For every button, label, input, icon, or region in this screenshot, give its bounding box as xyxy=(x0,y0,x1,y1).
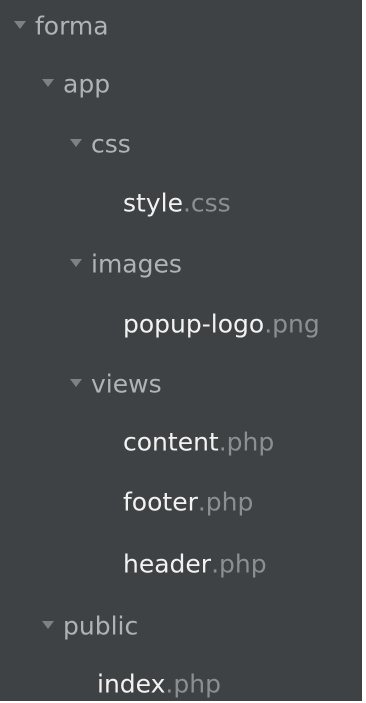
file-extension: .php xyxy=(197,487,254,517)
file-name: content xyxy=(123,427,219,457)
tree-folder-images[interactable]: images xyxy=(70,240,182,288)
tree-file-header-php[interactable]: header.php xyxy=(123,540,267,588)
disclosure-triangle-down-icon[interactable] xyxy=(70,138,82,147)
file-name: index xyxy=(97,669,166,699)
file-extension: .php xyxy=(165,669,221,699)
file-name: footer xyxy=(123,487,198,517)
file-extension: .php xyxy=(218,427,275,457)
file-name: header xyxy=(123,549,212,579)
panel-edge xyxy=(362,0,366,703)
folder-label: views xyxy=(91,369,162,399)
disclosure-triangle-down-icon[interactable] xyxy=(14,20,26,29)
file-extension: .php xyxy=(211,549,267,579)
file-name: popup-logo xyxy=(123,309,265,339)
folder-label: app xyxy=(63,69,111,99)
disclosure-triangle-down-icon[interactable] xyxy=(42,78,54,87)
file-extension: .css xyxy=(182,188,231,218)
tree-folder-app[interactable]: app xyxy=(42,60,110,108)
tree-file-content-php[interactable]: content.php xyxy=(123,418,274,466)
file-name: style xyxy=(123,188,183,218)
folder-label: css xyxy=(91,129,131,159)
folder-label: images xyxy=(91,249,182,279)
disclosure-triangle-down-icon[interactable] xyxy=(70,378,82,387)
file-extension: .png xyxy=(264,309,320,339)
tree-folder-views[interactable]: views xyxy=(70,360,162,408)
folder-label: public xyxy=(63,611,139,641)
tree-file-footer-php[interactable]: footer.php xyxy=(123,478,253,526)
disclosure-triangle-down-icon[interactable] xyxy=(42,620,54,629)
tree-file-popup-logo-png[interactable]: popup-logo.png xyxy=(123,300,320,348)
tree-folder-public[interactable]: public xyxy=(42,602,138,650)
tree-file-style-css[interactable]: style.css xyxy=(123,179,231,227)
tree-file-index-php[interactable]: index.php xyxy=(97,660,221,703)
disclosure-triangle-down-icon[interactable] xyxy=(70,258,82,267)
folder-label: forma xyxy=(35,11,109,41)
file-tree: forma app css style.css images popup-log… xyxy=(0,0,366,703)
tree-folder-css[interactable]: css xyxy=(70,120,131,168)
tree-folder-forma[interactable]: forma xyxy=(14,2,109,50)
